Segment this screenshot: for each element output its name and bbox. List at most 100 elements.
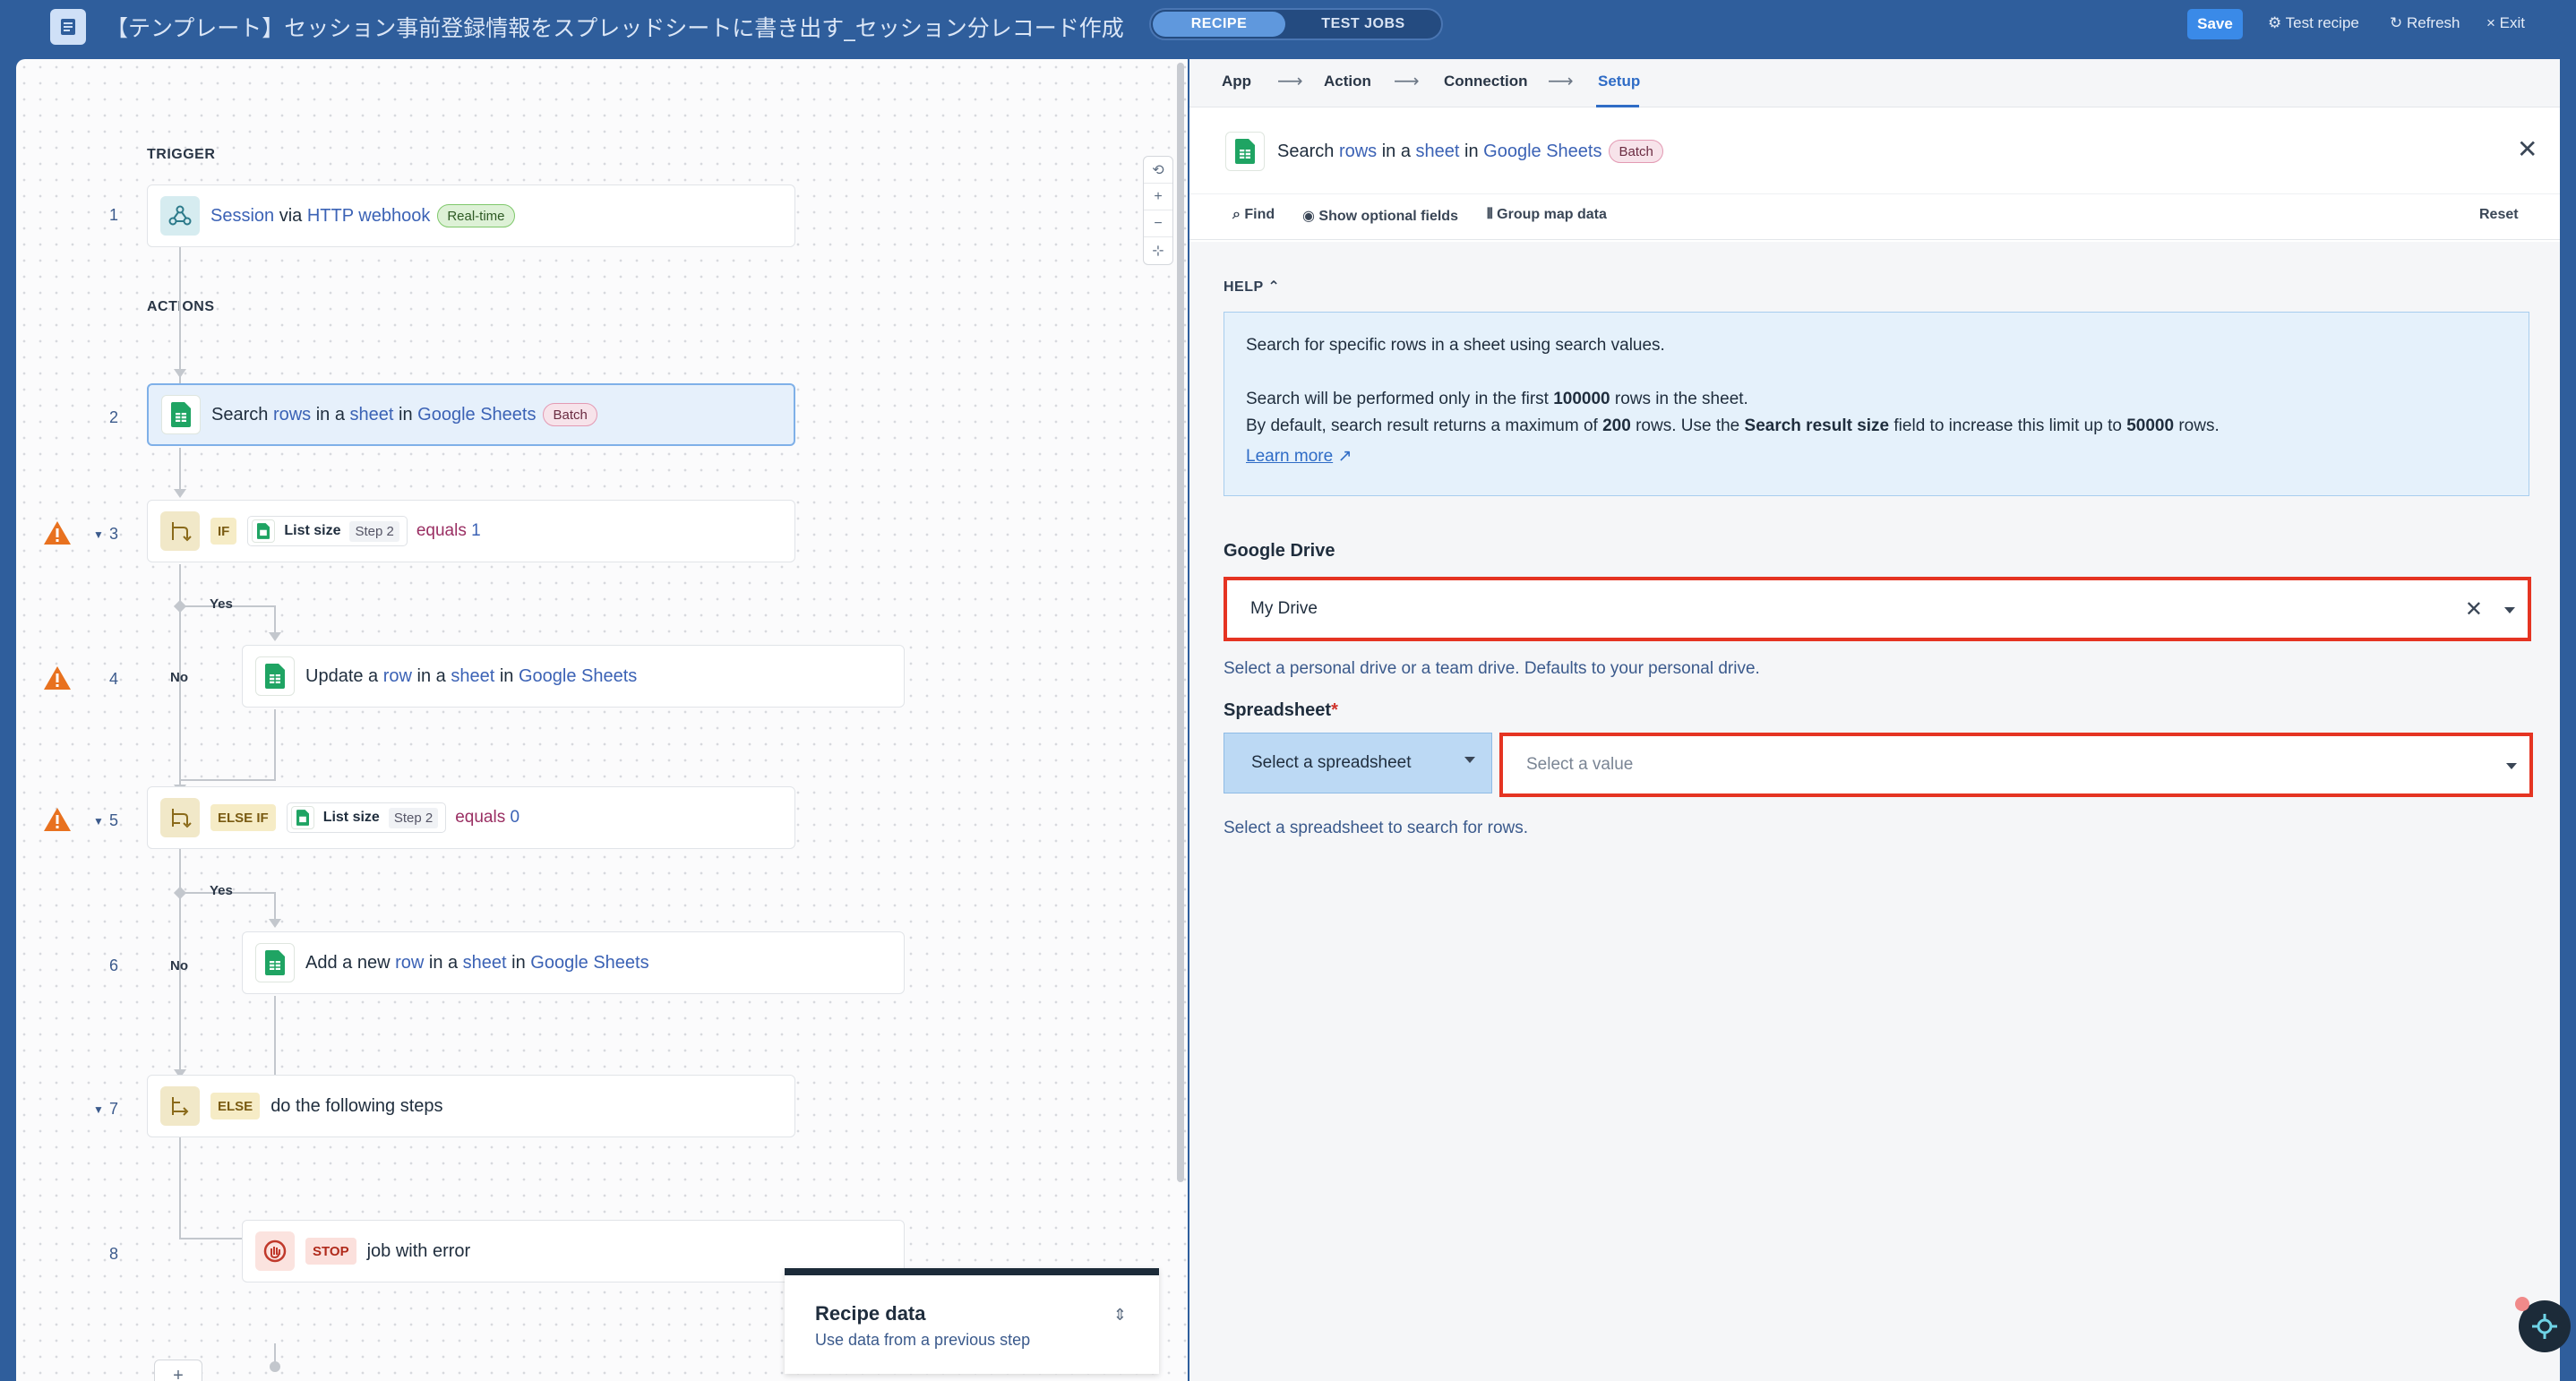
tab-recipe[interactable]: RECIPE xyxy=(1153,12,1285,37)
step-text: via xyxy=(274,205,307,226)
realtime-badge: Real-time xyxy=(437,204,515,227)
step-1-trigger-card[interactable]: Session via HTTP webhook Real-time xyxy=(147,184,795,247)
step-text: in a xyxy=(411,665,451,686)
step-number: 8 xyxy=(109,1245,119,1263)
external-link-icon: ↗ xyxy=(1337,447,1352,466)
zoom-in-icon[interactable]: + xyxy=(1144,184,1172,210)
step-number: 2 xyxy=(109,408,119,426)
step-text: row xyxy=(382,665,412,686)
step-2-search-rows-card[interactable]: Search rows in a sheet in Google Sheets … xyxy=(147,383,795,446)
chevron-down-icon[interactable] xyxy=(2506,763,2517,769)
search-icon: ⌕ xyxy=(1232,207,1245,222)
warning-icon[interactable] xyxy=(43,519,72,546)
clear-icon[interactable]: ✕ xyxy=(2465,596,2483,622)
condition-value: 1 xyxy=(471,521,481,540)
end-dot xyxy=(270,1361,280,1372)
recipe-canvas[interactable]: ⟲ + − ⊹ TRIGGER ACTIONS + Yes No Yes No … xyxy=(16,59,1188,1381)
chevron-down-icon[interactable] xyxy=(2504,607,2515,613)
zoom-out-icon[interactable]: − xyxy=(1144,210,1172,237)
step-5-else-if-card[interactable]: ELSE IF List size Step 2 equals 0 xyxy=(147,786,795,849)
refresh-label: Refresh xyxy=(2406,14,2460,31)
warning-icon[interactable] xyxy=(43,665,72,691)
exit-button[interactable]: × Exit xyxy=(2486,14,2525,32)
connector-arrow xyxy=(269,919,281,928)
title-text[interactable]: rows xyxy=(1339,142,1377,162)
step-text: in a xyxy=(424,952,463,973)
recipe-title[interactable]: 【テンプレート】セッション事前登録情報をスプレッドシートに書き出す_セッション分… xyxy=(106,11,1124,43)
google-sheets-icon xyxy=(1225,132,1265,171)
step-text: sheet xyxy=(451,665,495,686)
breadcrumb-action[interactable]: Action xyxy=(1324,73,1371,90)
step-text: job with error xyxy=(366,1240,471,1261)
branch-yes-label: Yes xyxy=(210,883,233,898)
datapill-chip[interactable]: List size Step 2 xyxy=(286,802,447,833)
canvas-scrollbar[interactable] xyxy=(1177,63,1184,1182)
step-text: sheet xyxy=(349,404,394,425)
datapill-step: Step 2 xyxy=(388,807,439,828)
step-3-if-card[interactable]: IF List size Step 2 equals 1 xyxy=(147,500,795,562)
collapse-caret-icon[interactable]: ▼ xyxy=(93,1103,104,1116)
help-bold: Search result size xyxy=(1744,416,1890,435)
group-label: Group map data xyxy=(1497,207,1607,222)
condition-operator: equals 0 xyxy=(455,808,519,828)
google-drive-label: Google Drive xyxy=(1224,541,1335,561)
recipe-data-panel[interactable]: Recipe data Use data from a previous ste… xyxy=(785,1268,1159,1374)
title-text[interactable]: Google Sheets xyxy=(1483,142,1601,162)
chevron-down-icon xyxy=(1464,757,1475,763)
google-drive-value: My Drive xyxy=(1250,599,1318,618)
spreadsheet-value-select[interactable]: Select a value xyxy=(1499,733,2533,797)
arrow-right-icon: ⟶ xyxy=(1548,72,1574,91)
find-button[interactable]: ⌕ Find xyxy=(1232,207,1275,223)
step-text: in xyxy=(506,952,531,973)
trigger-label: TRIGGER xyxy=(147,147,216,162)
fit-view-icon[interactable]: ⊹ xyxy=(1144,237,1172,264)
panel-toolbar: ⌕ Find ◉ Show optional fields ⫴ Group ma… xyxy=(1189,193,2560,240)
branch-no-label: No xyxy=(170,670,188,685)
close-panel-icon[interactable]: ✕ xyxy=(2517,134,2537,164)
stop-keyword: STOP xyxy=(305,1238,356,1265)
connector-arrow xyxy=(174,369,186,378)
breadcrumb-app[interactable]: App xyxy=(1222,73,1251,90)
select-spreadsheet-button[interactable]: Select a spreadsheet xyxy=(1224,733,1492,793)
google-sheets-icon xyxy=(290,806,314,829)
step-text: Session xyxy=(210,205,275,226)
help-toggle[interactable]: HELP ⌃ xyxy=(1224,278,1280,296)
breadcrumb-setup[interactable]: Setup xyxy=(1598,73,1640,90)
group-map-data-button[interactable]: ⫴ Group map data xyxy=(1487,207,1607,223)
breadcrumb-connection[interactable]: Connection xyxy=(1444,73,1528,90)
help-label: HELP xyxy=(1224,279,1264,295)
google-drive-select[interactable]: My Drive ✕ xyxy=(1224,577,2531,641)
learn-more-link[interactable]: Learn more xyxy=(1246,447,1333,466)
step-4-update-row-card[interactable]: Update a row in a sheet in Google Sheets xyxy=(242,645,905,708)
step-text: do the following steps xyxy=(270,1095,443,1116)
refresh-button[interactable]: ↻ Refresh xyxy=(2390,14,2460,32)
collapse-caret-icon[interactable]: ▼ xyxy=(93,528,104,541)
show-optional-fields-button[interactable]: ◉ Show optional fields xyxy=(1302,207,1458,225)
datapill-label: List size xyxy=(322,810,380,825)
tab-test-jobs[interactable]: TEST JOBS xyxy=(1287,12,1439,37)
step-7-else-card[interactable]: ELSE do the following steps xyxy=(147,1075,795,1137)
required-marker: * xyxy=(1331,700,1338,720)
reset-button[interactable]: Reset xyxy=(2479,207,2519,223)
reset-zoom-icon[interactable]: ⟲ xyxy=(1144,157,1172,184)
if-keyword: IF xyxy=(210,518,237,545)
else-if-branch-icon xyxy=(160,798,200,837)
step-6-add-row-card[interactable]: Add a new row in a sheet in Google Sheet… xyxy=(242,931,905,994)
datapill-step: Step 2 xyxy=(349,520,399,542)
title-text[interactable]: sheet xyxy=(1416,142,1460,162)
save-button[interactable]: Save xyxy=(2187,9,2243,39)
expand-icon[interactable]: ⇕ xyxy=(1113,1306,1127,1325)
test-recipe-button[interactable]: ⚙ Test recipe xyxy=(2268,14,2359,32)
datapill-chip[interactable]: List size Step 2 xyxy=(247,516,408,546)
step-number: 6 xyxy=(109,956,119,974)
add-step-button[interactable]: + xyxy=(154,1360,202,1381)
step-text: in a xyxy=(311,404,350,425)
warning-icon[interactable] xyxy=(43,806,72,833)
step-text: sheet xyxy=(462,952,507,973)
collapse-caret-icon[interactable]: ▼ xyxy=(93,815,104,828)
help-bold: 200 xyxy=(1602,416,1631,435)
step-text: rows xyxy=(272,404,312,425)
panel-title: Search rows in a sheet in Google Sheets … xyxy=(1225,129,1663,174)
google-sheets-icon xyxy=(161,395,201,434)
help-bold: 50000 xyxy=(2126,416,2175,435)
